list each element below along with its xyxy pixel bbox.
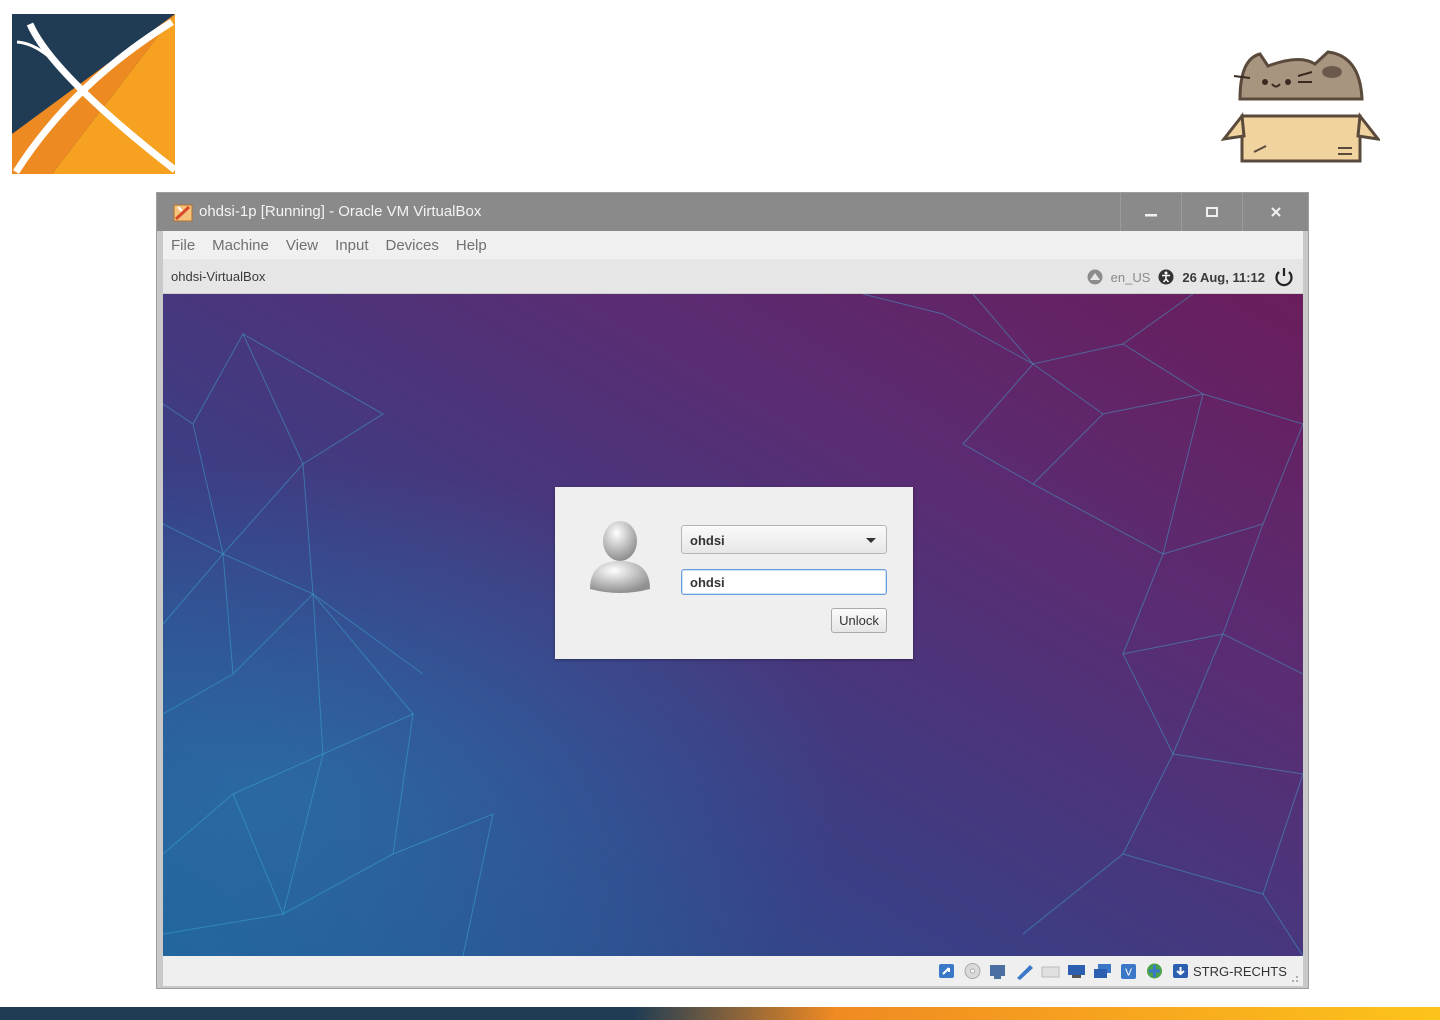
menu-machine[interactable]: Machine: [212, 237, 269, 254]
slide-footer-gradient-bar: [0, 1007, 1440, 1020]
chevron-down-icon: [866, 538, 876, 543]
lock-screen-dialog: ohdsi ohdsi Unlock: [555, 487, 913, 659]
menu-bar: File Machine View Input Devices Help: [163, 231, 1303, 259]
cat-in-box-illustration: [1220, 50, 1380, 163]
maximize-button[interactable]: [1181, 193, 1241, 231]
display-icon[interactable]: [1092, 962, 1113, 980]
usb-icon[interactable]: [1040, 962, 1061, 980]
power-icon[interactable]: [1273, 266, 1295, 288]
resize-grip-icon[interactable]: [1289, 973, 1299, 983]
optical-drive-icon[interactable]: [962, 962, 983, 980]
close-icon: [1270, 207, 1281, 217]
vm-screen[interactable]: ohdsi-VirtualBox en_US 26 Aug, 11:12 ohd…: [163, 259, 1303, 956]
guest-top-panel: ohdsi-VirtualBox en_US 26 Aug, 11:12: [163, 259, 1303, 294]
svg-text:V: V: [1125, 968, 1132, 979]
password-value: ohdsi: [690, 575, 725, 590]
menu-input[interactable]: Input: [335, 237, 368, 254]
mouse-capture-icon[interactable]: [1170, 962, 1191, 980]
username-value: ohdsi: [690, 533, 725, 548]
virtualbox-window: ohdsi-1p [Running] - Oracle VM VirtualBo…: [156, 192, 1309, 989]
minimize-icon: [1144, 214, 1157, 217]
accessibility-icon[interactable]: [1158, 269, 1174, 285]
ohdsi-logo: [12, 14, 175, 174]
maximize-icon: [1205, 207, 1218, 217]
password-field[interactable]: ohdsi: [681, 569, 887, 595]
window-title: ohdsi-1p [Running] - Oracle VM VirtualBo…: [199, 203, 482, 220]
clipboard-icon[interactable]: V: [1118, 962, 1139, 980]
virtualbox-app-icon: [173, 204, 193, 222]
hard-disk-icon[interactable]: [936, 962, 957, 980]
network-icon[interactable]: [1144, 962, 1165, 980]
menu-help[interactable]: Help: [456, 237, 487, 254]
user-avatar-icon: [590, 521, 650, 593]
vm-status-bar: V STRG-RECHTS: [163, 956, 1303, 986]
username-select[interactable]: ohdsi: [681, 525, 887, 554]
minimize-button[interactable]: [1120, 193, 1180, 231]
menu-file[interactable]: File: [171, 237, 195, 254]
close-button[interactable]: [1242, 193, 1308, 231]
slide: ohdsi-1p [Running] - Oracle VM VirtualBo…: [0, 0, 1440, 1020]
hostname-label: ohdsi-VirtualBox: [171, 269, 266, 284]
audio-icon[interactable]: [988, 962, 1009, 980]
clock-label[interactable]: 26 Aug, 11:12: [1182, 270, 1265, 285]
shared-folders-icon[interactable]: [1066, 962, 1087, 980]
unlock-button[interactable]: Unlock: [831, 608, 887, 633]
network-indicator-icon[interactable]: [1087, 269, 1103, 285]
pen-icon[interactable]: [1014, 962, 1035, 980]
menu-devices[interactable]: Devices: [386, 237, 439, 254]
keyboard-layout-indicator[interactable]: en_US: [1111, 270, 1151, 285]
host-key-label: STRG-RECHTS: [1193, 964, 1287, 979]
menu-view[interactable]: View: [286, 237, 318, 254]
title-bar[interactable]: ohdsi-1p [Running] - Oracle VM VirtualBo…: [157, 193, 1308, 231]
